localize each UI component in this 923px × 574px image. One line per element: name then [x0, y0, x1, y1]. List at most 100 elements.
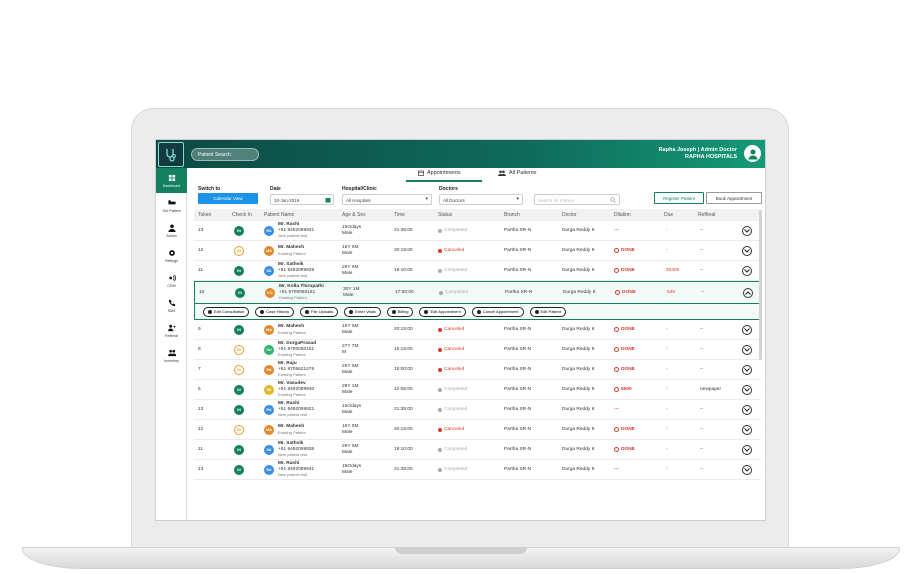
col-checkin: Check In [232, 212, 252, 218]
clock-icon [614, 347, 619, 352]
sidebar-item-referral[interactable]: Referral [156, 318, 187, 343]
action-label: Edit Appointment [430, 309, 461, 314]
time-cell: 20:15:00 [394, 427, 413, 432]
table-row[interactable]: 10 IN KO Mr. Kolla Thirupathi +91 9700056151… [194, 281, 761, 304]
status-dot-icon [438, 467, 442, 472]
due-cell: - [666, 347, 668, 352]
action-label: Edit Patient [540, 309, 561, 314]
billing-button[interactable]: Billing [386, 306, 414, 317]
chevron-down-icon[interactable] [742, 384, 752, 395]
status-text: Canceled [444, 248, 465, 253]
checkin-badge[interactable]: IN [234, 245, 244, 256]
status-text: Canceled [444, 367, 465, 372]
table-row[interactable]: 13 IN RA Mr. Rashi +91 9492099931 New patient… [194, 460, 761, 480]
sidebar-item-out-patient[interactable]: Out Patient [156, 193, 187, 218]
clock-icon [614, 327, 619, 332]
table-row[interactable]: 12 IN MA Mr. Mahesh Existing Patient 15Y 0M Ma… [194, 241, 761, 261]
action-icon [305, 309, 310, 314]
sidebar-item-crm[interactable]: CRM [156, 268, 187, 293]
table-row[interactable]: 11 IN SA Mr. Sathvik +91 9492099938 New patie… [194, 440, 761, 460]
table-row[interactable]: 13 IN RA Mr. Rashi +91 9492099931 New patient… [194, 400, 761, 420]
checkin-badge[interactable]: IN [234, 444, 244, 455]
checkin-badge[interactable]: IN [234, 364, 244, 375]
chevron-up-icon[interactable] [743, 287, 753, 298]
patient-search-input[interactable]: Patient Search [191, 148, 259, 161]
broadcast-icon [168, 274, 176, 281]
chevron-down-icon[interactable] [742, 265, 752, 276]
checkin-badge[interactable]: IN [234, 324, 244, 335]
sidebar-item-admin[interactable]: Admin [156, 218, 187, 243]
chevron-down-icon[interactable] [742, 444, 752, 455]
action-icon [208, 309, 212, 314]
patient-sex: Male [342, 429, 353, 435]
sidebar-item-dashboard[interactable]: Dashboard [156, 168, 187, 193]
chevron-down-icon[interactable] [742, 245, 752, 256]
token-cell: 5 [198, 387, 201, 392]
doctor-cell: Durga Reddy K [562, 268, 595, 273]
doctor-avatar-icon [748, 149, 757, 159]
due-cell: - [666, 407, 668, 412]
invoice-search-input[interactable]: Search for Invoice [534, 194, 620, 205]
chevron-down-icon[interactable] [742, 344, 752, 355]
chevron-down-icon[interactable] [742, 404, 752, 415]
table-row[interactable]: 9 IN MA Mr. Mahesh Existing Patient 15Y 0M Mal… [194, 320, 761, 340]
file-uploads-button[interactable]: File Uploads [300, 306, 339, 317]
table-row[interactable]: 13 IN RA Mr. Rashi +91 9492099931 New patient… [194, 221, 761, 241]
action-label: Case History [266, 309, 290, 314]
checkin-badge[interactable]: IN [234, 265, 244, 276]
time-cell: 17:00:00 [395, 290, 414, 295]
tab-appointments[interactable]: Appointments [418, 170, 461, 176]
checkin-badge[interactable]: IN [235, 287, 245, 298]
checkin-badge[interactable]: IN [234, 404, 244, 415]
table-row[interactable]: 7 IN RA Mr. Raju +91 9705621478 Existing Pati… [194, 360, 761, 380]
edit-patient-button[interactable]: Edit Patient [529, 306, 566, 317]
sidebar-item-settings[interactable]: Settings [156, 243, 187, 268]
tab-all-patients[interactable]: All Patients [498, 170, 537, 176]
chevron-down-icon[interactable] [742, 324, 752, 335]
checkin-badge[interactable]: IN [234, 424, 244, 435]
edit-consultation-button[interactable]: Edit Consultation [203, 306, 250, 317]
table-row[interactable]: 12 IN MA Mr. Mahesh Existing Patient 15Y 0M Ma… [194, 420, 761, 440]
avatar[interactable] [744, 145, 761, 162]
clock-icon [614, 248, 619, 253]
checkin-badge[interactable]: IN [234, 344, 244, 355]
token-cell: 8 [198, 347, 201, 352]
action-icon [391, 309, 396, 314]
doctor-select[interactable]: All Doctors ▾ [439, 194, 523, 205]
patient-visit-type: Existing Patient [279, 295, 307, 301]
patient-visit-type: New patient visit [278, 273, 308, 279]
time-cell: 19:10:00 [394, 268, 413, 273]
calendar-icon [325, 198, 331, 203]
hospital-select[interactable]: All Hospitals ▾ [342, 194, 432, 205]
enter-vitals-button[interactable]: Enter Vitals [344, 306, 381, 317]
branch-cell: Partha SR-N [504, 367, 532, 372]
edit-appointment-button[interactable]: Edit Appointment [419, 306, 466, 317]
checkin-badge[interactable]: IN [234, 384, 244, 395]
sidebar-item-inventory[interactable]: Inventory [156, 343, 187, 368]
due-cell: - [666, 367, 668, 372]
chevron-down-icon[interactable] [742, 364, 752, 375]
chevron-down-icon[interactable] [742, 225, 752, 236]
date-picker[interactable]: 10-Jan-2019 [270, 194, 334, 205]
sidebar-item-sms[interactable]: SMS [156, 293, 187, 318]
referral-cell: -- [700, 447, 704, 452]
calendar-view-button[interactable]: Calendar View [198, 193, 258, 204]
checkin-badge[interactable]: IN [234, 225, 244, 236]
referral-cell: -- [700, 427, 704, 432]
status-text: Completed [444, 387, 468, 392]
register-patient-button[interactable]: Register Patient [654, 192, 704, 204]
chevron-down-icon[interactable] [742, 424, 752, 435]
due-cell: - [666, 467, 668, 472]
app-logo[interactable] [158, 142, 184, 167]
table-row[interactable]: 11 IN SA Mr. Sathvik +91 9492099938 New patie… [194, 261, 761, 281]
cancel-appointment-button[interactable]: Cancel Appointment [471, 306, 524, 317]
patient-visit-type: Existing Patient [278, 429, 306, 435]
scrollbar[interactable] [759, 210, 762, 360]
table-row[interactable]: 8 IN DU Mr. DurgaPrasad +91 9700050151 Existi… [194, 340, 761, 360]
table-row[interactable]: 5 IN VA Mr. Vasudev +91 9492099930 Existing P… [194, 380, 761, 400]
chevron-down-icon[interactable] [742, 464, 752, 475]
book-appointment-button[interactable]: Book Appointment [706, 192, 762, 204]
checkin-badge[interactable]: IN [234, 464, 244, 475]
case-history-button[interactable]: Case History [255, 306, 295, 317]
time-cell: 21:35:00 [394, 228, 413, 233]
